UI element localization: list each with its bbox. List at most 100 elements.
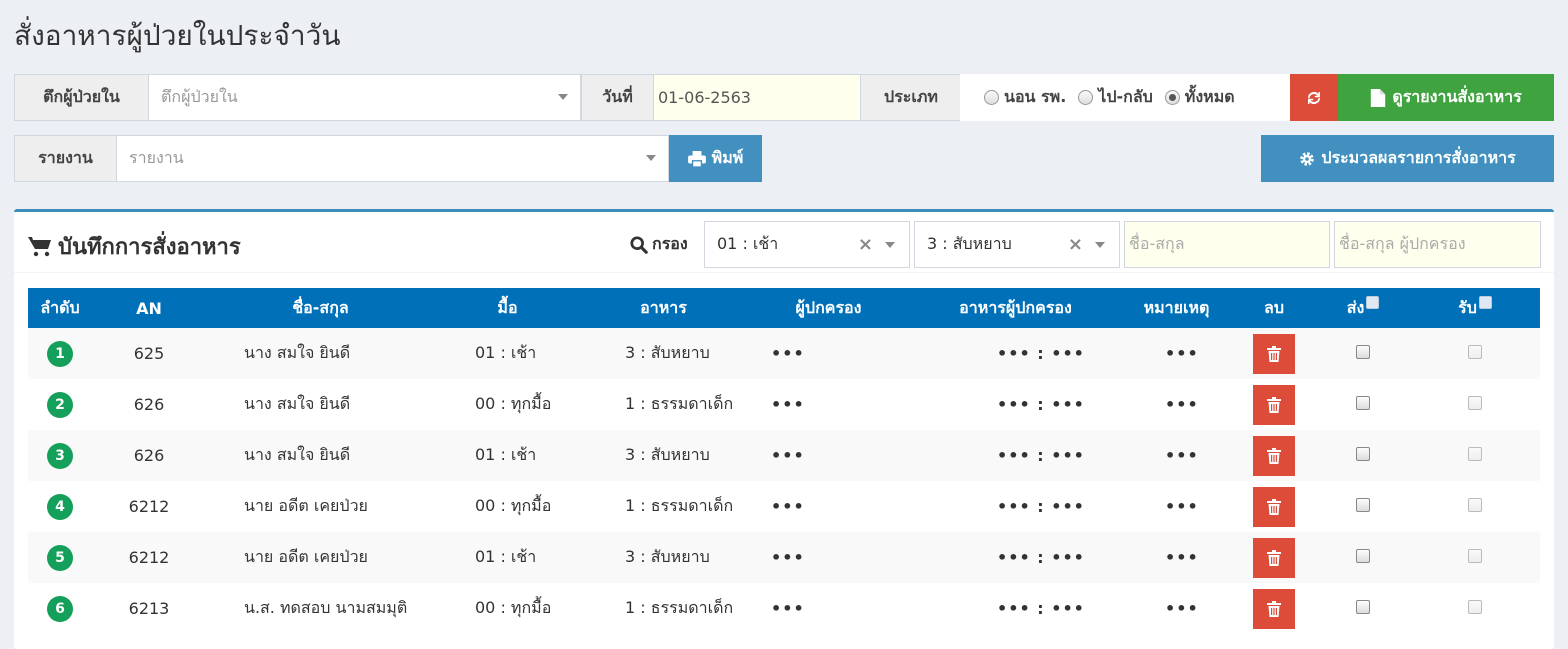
- delete-button[interactable]: [1253, 588, 1295, 629]
- table-row: 5 6212 นาย อดีต เคยป่วย 01 : เช้า 3 : สั…: [28, 532, 1540, 583]
- refresh-button[interactable]: [1290, 74, 1338, 121]
- cell-delete: [1232, 532, 1316, 583]
- cell-receive: [1410, 481, 1540, 532]
- print-button[interactable]: พิมพ์: [669, 135, 762, 182]
- cell-receive: [1410, 379, 1540, 430]
- view-report-button[interactable]: ดูรายงานสั่งอาหาร: [1338, 74, 1554, 121]
- food-filter-select[interactable]: 3 : สับหยาบ ×: [914, 221, 1120, 268]
- cell-delete: [1232, 379, 1316, 430]
- gear-icon: [1300, 151, 1315, 166]
- cell-an: 6212: [92, 532, 206, 583]
- receive-checkbox: [1468, 549, 1482, 563]
- cell-guardian: •••: [747, 532, 910, 583]
- food-filter-value: 3 : สับหยาบ: [927, 234, 1012, 253]
- radio-all[interactable]: ทั้งหมด: [1164, 85, 1235, 110]
- delete-button[interactable]: [1253, 435, 1295, 476]
- col-header-an: AN: [92, 288, 206, 328]
- filter-row-2: รายงาน รายงาน พิมพ์ ประมวลผลรายการสั่งอา…: [14, 135, 1554, 182]
- radio-label: ไป-กลับ: [1098, 87, 1153, 106]
- meal-filter-select[interactable]: 01 : เช้า ×: [704, 221, 910, 268]
- cell-send: [1316, 532, 1410, 583]
- clear-icon[interactable]: ×: [1068, 234, 1083, 255]
- report-select-placeholder: รายงาน: [129, 148, 184, 167]
- cell-note: •••: [1121, 532, 1232, 583]
- cell-no: 5: [28, 532, 92, 583]
- process-label: ประมวลผลรายการสั่งอาหาร: [1321, 148, 1516, 167]
- send-checkbox[interactable]: [1356, 345, 1370, 359]
- cell-send: [1316, 430, 1410, 481]
- radio-dot[interactable]: [1078, 90, 1094, 105]
- printer-icon: [687, 150, 706, 167]
- cell-name: น.ส. ทดสอบ นามสมมุติ: [206, 583, 435, 634]
- col-header-guardian-food: อาหารผู้ปกครอง: [910, 288, 1121, 328]
- send-checkbox[interactable]: [1356, 396, 1370, 410]
- trash-icon: [1267, 447, 1281, 464]
- refresh-icon: [1308, 91, 1320, 104]
- cell-note: •••: [1121, 379, 1232, 430]
- receive-all-checkbox[interactable]: [1478, 295, 1492, 309]
- receive-checkbox: [1468, 498, 1482, 512]
- send-checkbox[interactable]: [1356, 498, 1370, 512]
- cell-receive: [1410, 430, 1540, 481]
- ward-label: ตึกผู้ป่วยใน: [14, 74, 149, 121]
- radio-label: นอน รพ.: [1004, 87, 1067, 106]
- receive-checkbox: [1468, 345, 1482, 359]
- delete-button[interactable]: [1253, 384, 1295, 425]
- cell-guardian-food: ••• : •••: [910, 532, 1121, 583]
- cell-an: 626: [92, 430, 206, 481]
- radio-outpatient[interactable]: ไป-กลับ: [1078, 85, 1153, 110]
- box-header: บันทึกการสั่งอาหาร กรอง 01 : เช้า × 3 : …: [14, 212, 1554, 273]
- send-all-checkbox[interactable]: [1366, 295, 1380, 309]
- radio-dot-checked[interactable]: [1164, 90, 1180, 105]
- clear-icon[interactable]: ×: [858, 234, 873, 255]
- search-icon: [630, 235, 648, 254]
- name-filter-input[interactable]: ชื่อ-สกุล: [1124, 221, 1330, 268]
- delete-button[interactable]: [1253, 486, 1295, 527]
- cell-an: 6213: [92, 583, 206, 634]
- report-select[interactable]: รายงาน: [116, 135, 669, 182]
- meal-filter-value: 01 : เช้า: [717, 234, 779, 253]
- table-row: 6 6213 น.ส. ทดสอบ นามสมมุติ 00 : ทุกมื้อ…: [28, 583, 1540, 634]
- cell-name: นาง สมใจ ยินดี: [206, 328, 435, 379]
- radio-dot[interactable]: [984, 90, 999, 105]
- guardian-filter-input[interactable]: ชื่อ-สกุล ผู้ปกครอง: [1334, 221, 1541, 268]
- radio-inpatient[interactable]: นอน รพ.: [984, 85, 1066, 110]
- type-label: ประเภท: [860, 74, 961, 121]
- cell-note: •••: [1121, 328, 1232, 379]
- trash-icon: [1267, 396, 1281, 413]
- process-button[interactable]: ประมวลผลรายการสั่งอาหาร: [1261, 135, 1554, 182]
- cell-food: 3 : สับหยาบ: [580, 430, 747, 481]
- cell-meal: 00 : ทุกมื้อ: [435, 379, 580, 430]
- view-report-label: ดูรายงานสั่งอาหาร: [1392, 87, 1522, 106]
- radio-label: ทั้งหมด: [1184, 87, 1235, 106]
- cell-meal: 01 : เช้า: [435, 532, 580, 583]
- cell-food: 1 : ธรรมดาเด็ก: [580, 583, 747, 634]
- box-title-text: บันทึกการสั่งอาหาร: [58, 235, 241, 260]
- cell-food: 3 : สับหยาบ: [580, 532, 747, 583]
- col-header-food: อาหาร: [580, 288, 747, 328]
- send-checkbox[interactable]: [1356, 549, 1370, 563]
- filter-label: กรอง: [630, 232, 688, 257]
- cell-no: 4: [28, 481, 92, 532]
- cell-no: 6: [28, 583, 92, 634]
- ward-select[interactable]: ตึกผู้ป่วยใน: [148, 74, 581, 121]
- trash-icon: [1267, 498, 1281, 515]
- cell-no: 3: [28, 430, 92, 481]
- cell-send: [1316, 583, 1410, 634]
- date-input[interactable]: 01-06-2563: [653, 74, 861, 121]
- cell-meal: 01 : เช้า: [435, 328, 580, 379]
- cell-delete: [1232, 481, 1316, 532]
- table-header-row: ลำดับ AN ชื่อ-สกุล มื้อ อาหาร ผู้ปกครอง …: [28, 288, 1540, 328]
- col-header-note: หมายเหตุ: [1121, 288, 1232, 328]
- delete-button[interactable]: [1253, 537, 1295, 578]
- cell-no: 1: [28, 328, 92, 379]
- col-header-guardian: ผู้ปกครอง: [747, 288, 910, 328]
- cell-meal: 00 : ทุกมื้อ: [435, 481, 580, 532]
- box-title: บันทึกการสั่งอาหาร: [28, 229, 241, 264]
- send-checkbox[interactable]: [1356, 600, 1370, 614]
- col-header-delete: ลบ: [1232, 288, 1316, 328]
- page-title: สั่งอาหารผู้ป่วยในประจำวัน: [14, 19, 341, 52]
- send-checkbox[interactable]: [1356, 447, 1370, 461]
- delete-button[interactable]: [1253, 333, 1295, 374]
- cell-receive: [1410, 328, 1540, 379]
